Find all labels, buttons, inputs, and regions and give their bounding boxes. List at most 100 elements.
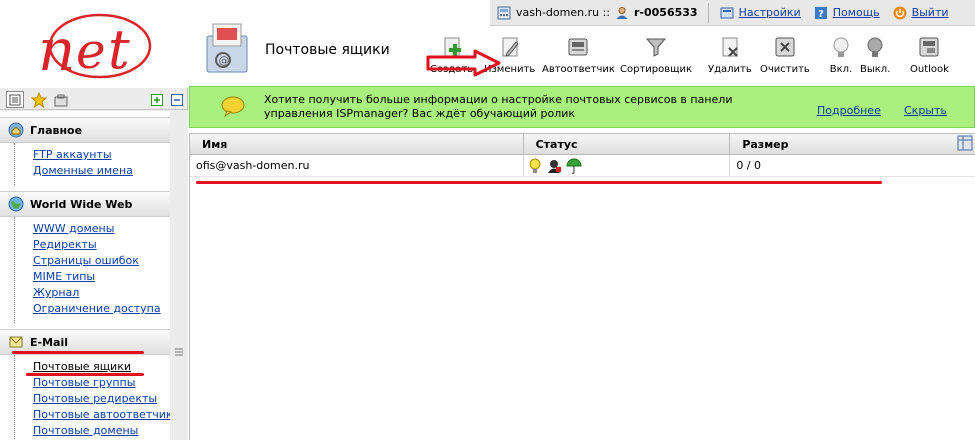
collapse-all-button[interactable] xyxy=(168,91,186,108)
spam-filter-icon xyxy=(547,159,561,173)
banner-text: Хотите получить больше информации о наст… xyxy=(264,93,733,120)
sidebar-item-access-restriction[interactable]: Ограничение доступа xyxy=(33,301,170,317)
section-main-items: FTP аккаунты Доменные имена xyxy=(14,143,170,185)
domain-label: vash-domen.ru :: xyxy=(516,6,610,19)
delete-button[interactable]: Удалить xyxy=(708,34,752,75)
help-link-text[interactable]: Помощь xyxy=(833,6,880,19)
lightbulb-icon xyxy=(529,158,541,173)
sidebar-item-www-domains[interactable]: WWW домены xyxy=(33,221,170,237)
section-www-title: World Wide Web xyxy=(30,197,133,211)
svg-text:?: ? xyxy=(818,9,824,20)
help-link[interactable]: ? Помощь xyxy=(807,0,886,25)
delete-icon xyxy=(717,34,743,60)
column-name[interactable]: Имя xyxy=(190,134,524,154)
net-logo: n e t xyxy=(30,10,160,85)
banner-more-link[interactable]: Подробнее xyxy=(817,104,881,117)
sidebar-item-log[interactable]: Журнал xyxy=(33,285,170,301)
annotation-underline-email xyxy=(12,351,144,354)
sidebar-item-mail-groups[interactable]: Почтовые группы xyxy=(33,375,170,391)
outlook-icon xyxy=(916,34,942,60)
annotation-underline-row xyxy=(196,181,882,184)
disable-label: Выкл. xyxy=(860,64,891,75)
sidebar-tab-strip xyxy=(0,88,187,110)
left-navigation-panel: Главное FTP аккаунты Доменные имена Worl… xyxy=(0,88,188,440)
logout-link[interactable]: Выйти xyxy=(886,0,955,25)
section-email-title: E-Mail xyxy=(30,335,68,349)
calculator-icon xyxy=(496,5,512,21)
sidebar-item-redirects[interactable]: Редиректы xyxy=(33,237,170,253)
svg-text:e: e xyxy=(76,22,106,80)
annotation-underline-mailboxes xyxy=(26,373,144,376)
umbrella-icon xyxy=(566,158,582,174)
section-email-items: Почтовые ящики Почтовые группы Почтовые … xyxy=(14,355,170,440)
sorter-button[interactable]: Сортировщик xyxy=(620,34,692,75)
tab-favorites[interactable] xyxy=(30,91,48,108)
table-row[interactable]: ofis@vash-domen.ru 0 / 0 xyxy=(190,155,975,177)
svg-text:t: t xyxy=(108,18,130,81)
info-banner: Хотите получить больше информации о наст… xyxy=(189,86,975,128)
sidebar-menu: Главное FTP аккаунты Доменные имена Worl… xyxy=(0,111,170,440)
column-settings-icon[interactable] xyxy=(957,135,973,151)
settings-link-text[interactable]: Настройки xyxy=(739,6,801,19)
delete-label: Удалить xyxy=(708,64,752,75)
table-header: Имя Статус Размер xyxy=(190,133,975,155)
power-icon xyxy=(892,5,908,21)
sidebar-item-mail-autoresponders[interactable]: Почтовые автоответчики xyxy=(33,407,170,423)
autoresponder-icon xyxy=(565,34,591,60)
enable-label: Вкл. xyxy=(829,64,853,75)
section-main[interactable]: Главное xyxy=(0,117,170,143)
clear-label: Очистить xyxy=(760,64,810,75)
sidebar-item-mime-types[interactable]: MIME типы xyxy=(33,269,170,285)
annotation-arrow xyxy=(426,49,501,77)
page-title: Почтовые ящики xyxy=(265,42,390,58)
svg-text:n: n xyxy=(38,16,75,84)
sidebar-item-domain-names[interactable]: Доменные имена xyxy=(33,163,170,179)
logout-link-text[interactable]: Выйти xyxy=(912,6,949,19)
column-status[interactable]: Статус xyxy=(524,134,731,154)
top-info-bar: vash-domen.ru :: r-0056533 Настройки ? П… xyxy=(490,0,975,26)
lightbulb-off-icon xyxy=(862,34,888,60)
cell-size: 0 / 0 xyxy=(736,159,762,172)
speech-bubble-icon xyxy=(220,95,250,120)
enable-button[interactable]: Вкл. xyxy=(828,34,854,75)
section-main-title: Главное xyxy=(30,123,83,137)
banner-hide-link[interactable]: Скрыть xyxy=(904,104,947,117)
sidebar-item-mail-domains[interactable]: Почтовые домены xyxy=(33,423,170,439)
section-www[interactable]: World Wide Web xyxy=(0,191,170,217)
sidebar-item-error-pages[interactable]: Страницы ошибок xyxy=(33,253,170,269)
sorter-label: Сортировщик xyxy=(620,64,693,75)
mailbox-table: Имя Статус Размер ofis@vash-domen.ru 0 /… xyxy=(189,133,975,440)
settings-link[interactable]: Настройки xyxy=(713,0,807,25)
clear-icon xyxy=(772,34,798,60)
sidebar-resize-handle[interactable] xyxy=(170,111,188,440)
mailbox-page-icon: @ xyxy=(203,22,251,74)
autoresponder-button[interactable]: Автоответчик xyxy=(542,34,615,75)
sidebar-item-mail-redirects[interactable]: Почтовые редиректы xyxy=(33,391,170,407)
section-www-items: WWW домены Редиректы Страницы ошибок MIM… xyxy=(14,217,170,323)
grip-icon xyxy=(175,348,183,356)
tab-tools[interactable] xyxy=(52,91,70,108)
envelope-icon xyxy=(9,336,23,348)
expand-all-button[interactable] xyxy=(148,91,166,108)
tab-menu[interactable] xyxy=(6,91,24,108)
column-size[interactable]: Размер xyxy=(730,134,975,154)
autoresponder-label: Автоответчик xyxy=(542,64,615,75)
outlook-button[interactable]: Outlook xyxy=(910,34,949,75)
lightbulb-on-icon xyxy=(828,34,854,60)
account-id: r-0056533 xyxy=(634,6,698,19)
cell-status xyxy=(524,155,731,176)
minus-icon xyxy=(171,93,183,106)
sidebar-item-ftp-accounts[interactable]: FTP аккаунты xyxy=(33,147,170,163)
settings-icon xyxy=(719,5,735,21)
star-icon xyxy=(31,91,47,108)
list-icon xyxy=(9,94,21,105)
svg-text:@: @ xyxy=(219,54,230,67)
globe-icon xyxy=(8,196,24,212)
clear-button[interactable]: Очистить xyxy=(760,34,810,75)
cell-name: ofis@vash-domen.ru xyxy=(190,155,524,176)
briefcase-icon xyxy=(54,94,68,106)
help-icon: ? xyxy=(813,5,829,21)
user-icon xyxy=(614,5,630,21)
disable-button[interactable]: Выкл. xyxy=(860,34,890,75)
plus-icon xyxy=(151,93,163,106)
